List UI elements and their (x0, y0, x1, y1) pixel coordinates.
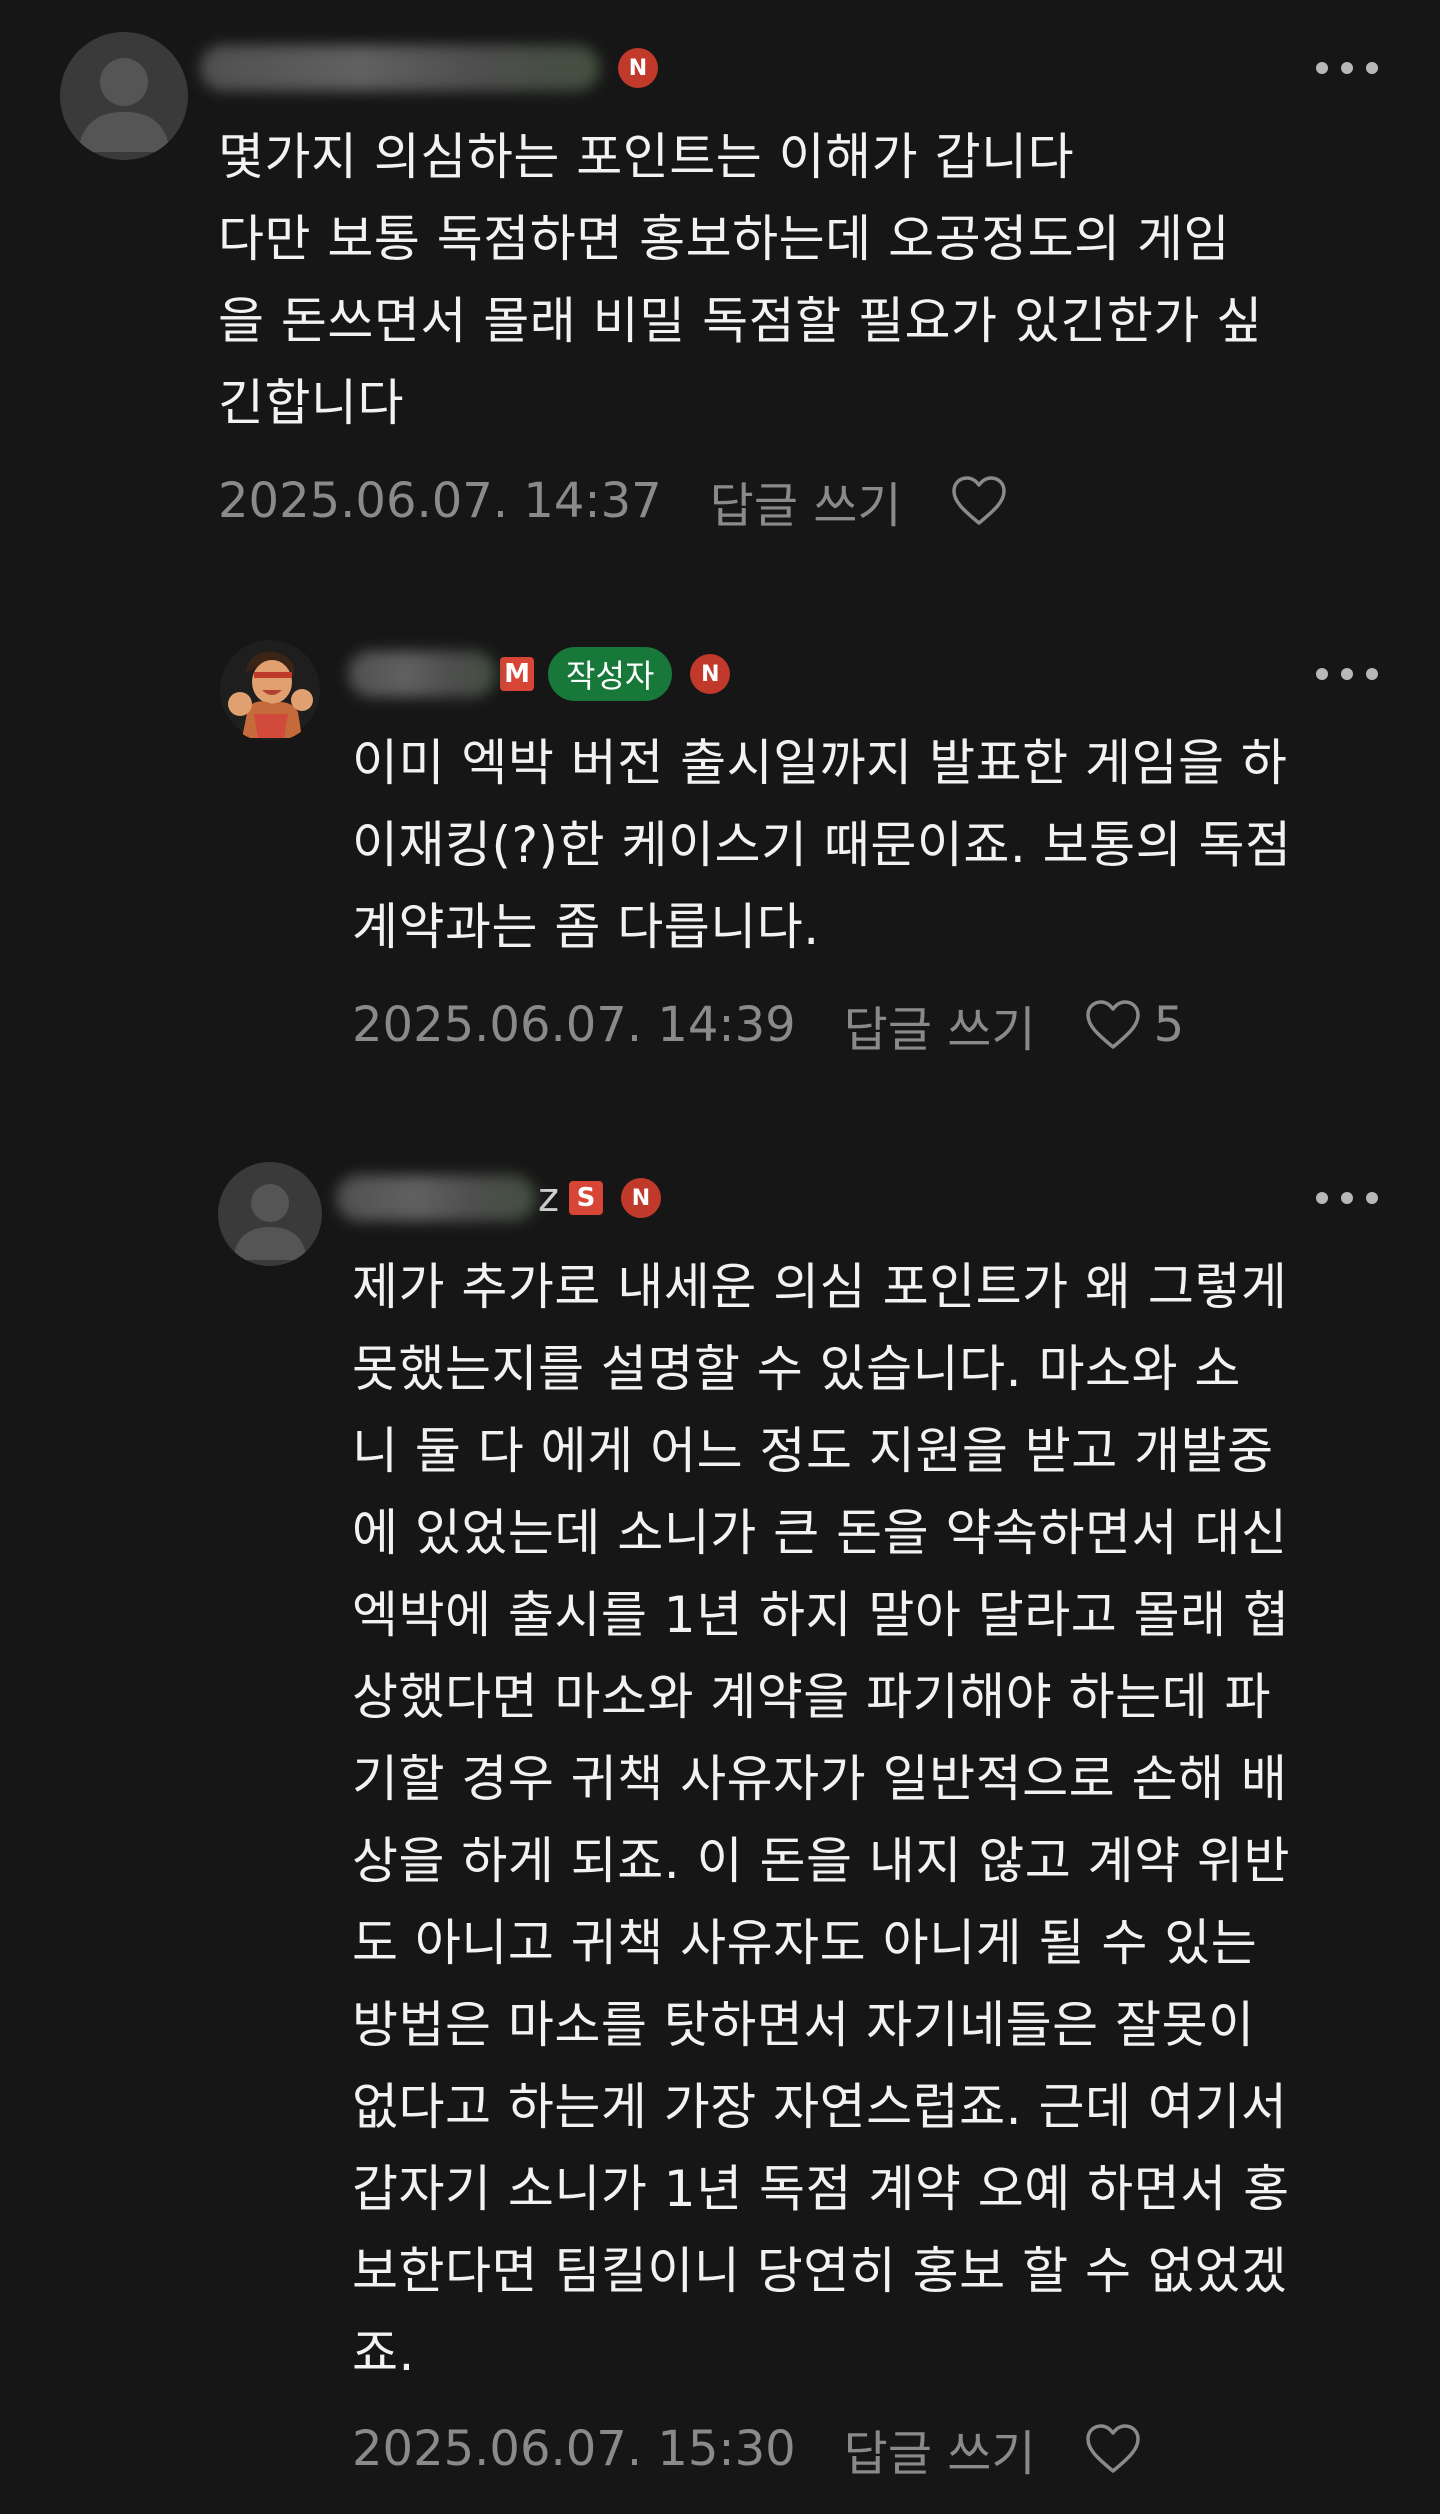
new-badge: N (621, 1178, 661, 1218)
author-row: z S N (336, 1168, 661, 1228)
comment-meta: 2025.06.07. 14:37 답글 쓰기 (218, 466, 1010, 536)
comment-line: 없다고 하는게 가장 자연스럽죠. 근데 여기서 (352, 2078, 1288, 2136)
comment-line: 보한다면 팀킬이니 당연히 홍보 할 수 없었겠 (352, 2242, 1288, 2300)
comment-line: 이재킹(?)한 케이스기 때문이죠. 보통의 독점 (352, 816, 1292, 874)
author-row: N (200, 38, 658, 98)
timestamp: 2025.06.07. 14:37 (218, 473, 662, 529)
comment-line: 죠. (352, 2324, 415, 2382)
level-badge: S (569, 1181, 603, 1215)
author-badge: 작성자 (548, 647, 673, 701)
comment-body: 이미 엑박 버전 출시일까지 발표한 게임을 하 이재킹(?)한 케이스기 때문… (352, 722, 1292, 968)
more-options-icon[interactable] (1316, 58, 1378, 78)
new-badge: N (618, 48, 658, 88)
author-name-blurred[interactable] (200, 45, 600, 91)
comment-line: 상을 하게 되죠. 이 돈을 내지 않고 계약 위반 (352, 1832, 1291, 1890)
fighter-avatar-icon (220, 640, 320, 740)
like-heart-icon[interactable] (1084, 2422, 1144, 2476)
new-badge: N (690, 654, 731, 694)
default-user-icon (233, 1184, 307, 1260)
timestamp: 2025.06.07. 15:30 (352, 2421, 796, 2477)
comment-line: 상했다면 마소와 계약을 파기해야 하는데 파 (352, 1668, 1271, 1726)
default-user-icon (78, 58, 170, 152)
avatar[interactable] (218, 1162, 322, 1266)
timestamp: 2025.06.07. 14:39 (352, 997, 796, 1053)
comment-line: 방법은 마소를 탓하면서 자기네들은 잘못이 (352, 1996, 1255, 2054)
comment-line: 몇가지 의심하는 포인트는 이해가 갑니다 (218, 128, 1075, 186)
author-name-suffix[interactable]: z (538, 1175, 559, 1221)
comment-line: 을 돈쓰면서 몰래 비밀 독점할 필요가 있긴한가 싶 (218, 292, 1263, 350)
more-options-icon[interactable] (1316, 664, 1378, 684)
like-heart-icon[interactable] (950, 474, 1010, 528)
comment-line: 엑박에 출시를 1년 하지 말아 달라고 몰래 협 (352, 1586, 1290, 1644)
author-name-blurred[interactable] (336, 1175, 536, 1221)
comment-line: 제가 추가로 내세운 의심 포인트가 왜 그렇게 (352, 1258, 1288, 1316)
avatar[interactable] (218, 638, 322, 742)
comment-line: 도 아니고 귀책 사유자도 아니게 될 수 있는 (352, 1914, 1258, 1972)
reply-button[interactable]: 답글 쓰기 (844, 2414, 1036, 2484)
comment-body: 몇가지 의심하는 포인트는 이해가 갑니다 다만 보통 독점하면 홍보하는데 오… (218, 116, 1263, 444)
comment-line: 긴합니다 (218, 374, 404, 432)
like-count: 5 (1153, 997, 1185, 1053)
comment-line: 니 둘 다 에게 어느 정도 지원을 받고 개발중 (352, 1422, 1274, 1480)
like-heart-icon[interactable] (1084, 998, 1144, 1052)
comment-line: 다만 보통 독점하면 홍보하는데 오공정도의 게임 (218, 210, 1230, 268)
avatar[interactable] (60, 32, 188, 160)
author-name-blurred[interactable] (348, 651, 496, 697)
level-badge: M (500, 657, 534, 691)
comment-line: 계약과는 좀 다릅니다. (352, 898, 820, 956)
more-options-icon[interactable] (1316, 1188, 1378, 1208)
comment-line: 못했는지를 설명할 수 있습니다. 마소와 소 (352, 1340, 1241, 1398)
comment-line: 갑자기 소니가 1년 독점 계약 오예 하면서 홍 (352, 2160, 1290, 2218)
comment-body: 제가 추가로 내세운 의심 포인트가 왜 그렇게 못했는지를 설명할 수 있습니… (352, 1246, 1290, 2394)
comment-meta: 2025.06.07. 14:39 답글 쓰기 5 (352, 990, 1184, 1060)
reply-button[interactable]: 답글 쓰기 (844, 990, 1036, 1060)
comment-line: 기할 경우 귀책 사유자가 일반적으로 손해 배 (352, 1750, 1288, 1808)
comment-meta: 2025.06.07. 15:30 답글 쓰기 (352, 2414, 1144, 2484)
comment-line: 이미 엑박 버전 출시일까지 발표한 게임을 하 (352, 734, 1288, 792)
comment-line: 에 있었는데 소니가 큰 돈을 약속하면서 대신 (352, 1504, 1288, 1562)
reply-button[interactable]: 답글 쓰기 (710, 466, 902, 536)
author-row: M 작성자 N (348, 644, 731, 704)
